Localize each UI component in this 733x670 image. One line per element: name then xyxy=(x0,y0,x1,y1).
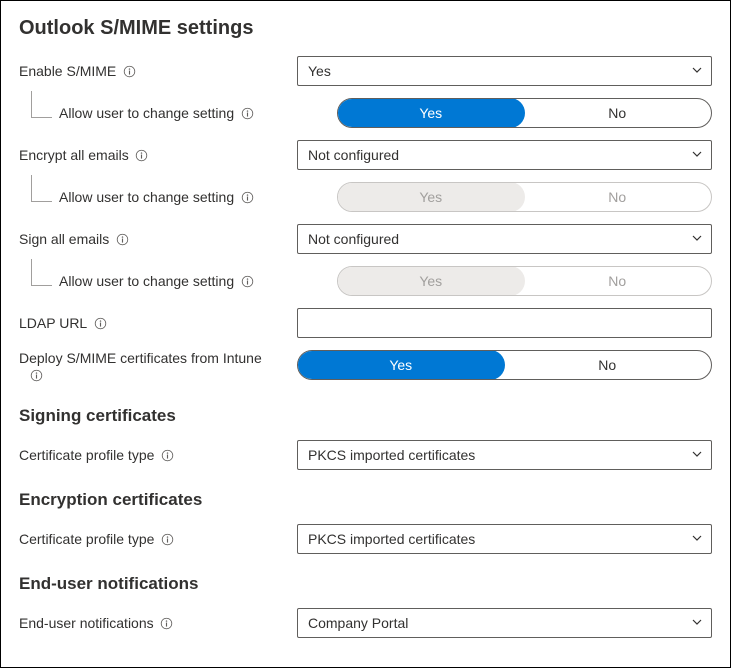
info-icon[interactable] xyxy=(115,232,129,246)
chevron-down-icon xyxy=(691,147,703,163)
page-title: Outlook S/MIME settings xyxy=(19,17,712,40)
encrypt-all-label: Encrypt all emails xyxy=(19,147,129,163)
signing-profile-type-select[interactable]: PKCS imported certificates xyxy=(297,440,712,470)
info-icon[interactable] xyxy=(135,148,149,162)
toggle-no[interactable]: No xyxy=(504,351,712,379)
info-icon[interactable] xyxy=(160,448,174,462)
toggle-yes: Yes xyxy=(337,182,525,212)
chevron-down-icon xyxy=(691,531,703,547)
signing-profile-type-value: PKCS imported certificates xyxy=(308,447,475,463)
info-icon[interactable] xyxy=(29,369,43,383)
notifications-label: End-user notifications xyxy=(19,615,154,631)
encryption-profile-type-label: Certificate profile type xyxy=(19,531,154,547)
encrypt-all-select[interactable]: Not configured xyxy=(297,140,712,170)
notifications-section-title: End-user notifications xyxy=(19,574,712,594)
signing-section-title: Signing certificates xyxy=(19,406,712,426)
chevron-down-icon xyxy=(691,615,703,631)
sign-all-allow-change-label: Allow user to change setting xyxy=(59,273,234,289)
info-icon[interactable] xyxy=(240,274,254,288)
info-icon[interactable] xyxy=(93,316,107,330)
info-icon[interactable] xyxy=(240,190,254,204)
notifications-select[interactable]: Company Portal xyxy=(297,608,712,638)
info-icon[interactable] xyxy=(122,64,136,78)
encrypt-all-allow-change-toggle: Yes No xyxy=(337,182,712,212)
enable-smime-select[interactable]: Yes xyxy=(297,56,712,86)
encryption-section-title: Encryption certificates xyxy=(19,490,712,510)
ldap-url-label: LDAP URL xyxy=(19,315,87,331)
toggle-yes[interactable]: Yes xyxy=(297,350,505,380)
toggle-yes: Yes xyxy=(337,266,525,296)
info-icon[interactable] xyxy=(160,616,174,630)
sign-all-value: Not configured xyxy=(308,231,399,247)
sign-all-select[interactable]: Not configured xyxy=(297,224,712,254)
chevron-down-icon xyxy=(691,63,703,79)
encrypt-all-allow-change-label: Allow user to change setting xyxy=(59,189,234,205)
sign-all-allow-change-toggle: Yes No xyxy=(337,266,712,296)
toggle-no[interactable]: No xyxy=(524,99,712,127)
enable-smime-value: Yes xyxy=(308,63,331,79)
ldap-url-input[interactable] xyxy=(297,308,712,338)
deploy-certs-label: Deploy S/MIME certificates from Intune xyxy=(19,350,262,366)
enable-smime-label: Enable S/MIME xyxy=(19,63,116,79)
encrypt-all-value: Not configured xyxy=(308,147,399,163)
sign-all-label: Sign all emails xyxy=(19,231,109,247)
chevron-down-icon xyxy=(691,231,703,247)
encryption-profile-type-value: PKCS imported certificates xyxy=(308,531,475,547)
signing-profile-type-label: Certificate profile type xyxy=(19,447,154,463)
toggle-no: No xyxy=(524,183,712,211)
toggle-no: No xyxy=(524,267,712,295)
toggle-yes[interactable]: Yes xyxy=(337,98,525,128)
chevron-down-icon xyxy=(691,447,703,463)
encryption-profile-type-select[interactable]: PKCS imported certificates xyxy=(297,524,712,554)
enable-smime-allow-change-toggle[interactable]: Yes No xyxy=(337,98,712,128)
enable-smime-allow-change-label: Allow user to change setting xyxy=(59,105,234,121)
info-icon[interactable] xyxy=(240,106,254,120)
info-icon[interactable] xyxy=(160,532,174,546)
deploy-certs-toggle[interactable]: Yes No xyxy=(297,350,712,380)
notifications-value: Company Portal xyxy=(308,615,408,631)
